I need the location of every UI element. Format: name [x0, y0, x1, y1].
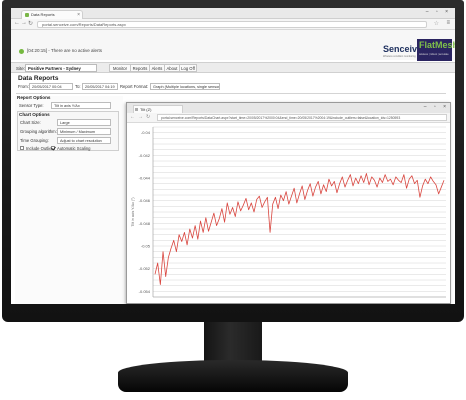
site-menu-bar: Site: Positive Partners - Sydney Monitor… — [11, 62, 455, 73]
chart-y-tick-label: -0.05 — [141, 244, 151, 249]
browser-address-bar: ← → ↻ portal.senceive.com/Reports/DataRe… — [11, 19, 455, 30]
refresh-icon[interactable]: ↻ — [28, 20, 33, 27]
grouping-select[interactable]: Minimum / Maximum — [57, 128, 111, 135]
divider — [16, 93, 446, 94]
popup-tab[interactable]: Tilt (Z) — [133, 105, 183, 113]
chart-y-tick-label: -0.04 — [141, 130, 151, 135]
senceive-tagline: Wireless condition monitoring — [383, 55, 416, 58]
chart-size-label: Chart Size: — [20, 120, 41, 125]
popup-window-controls[interactable]: – ▫ × — [424, 104, 449, 110]
bookmark-star-icon[interactable]: ☆ — [434, 20, 439, 27]
chart-y-tick-label: -0.044 — [139, 176, 151, 181]
report-options-title: Report Options — [17, 95, 51, 100]
chart-y-axis-label: Tilt in axis Y/Ax (°) — [131, 197, 135, 226]
sensor-type-label: Sensor Type: — [19, 103, 44, 108]
flatmesh-logo-text: FlatMesh — [419, 40, 455, 50]
popup-favicon-icon — [135, 108, 138, 111]
menu-alerts[interactable]: Alerts — [149, 64, 165, 72]
chart-size-select[interactable]: Large — [57, 119, 111, 126]
popup-address-bar: ← → ↻ portal.senceive.com/Reports/DataCh… — [127, 113, 450, 123]
chart-y-tick-label: -0.054 — [139, 289, 151, 294]
chart-y-tick-label: -0.048 — [139, 221, 151, 226]
report-format-select[interactable]: Graph (Multiple locations, single sensor… — [150, 83, 220, 90]
browser-tab[interactable]: Data Reports × — [21, 10, 83, 19]
automatic-scaling-label: Automatic Scaling — [57, 146, 91, 151]
chart-y-tick-label: -0.042 — [139, 153, 151, 158]
site-label: Site: — [16, 66, 26, 71]
popup-tabbar: Tilt (Z) – ▫ × — [127, 103, 450, 113]
forward-icon[interactable]: → — [21, 20, 27, 26]
popup-forward-icon[interactable]: → — [138, 114, 143, 120]
from-label: From: — [18, 84, 29, 89]
chart-options-title: Chart Options — [19, 112, 50, 117]
line-chart: -0.04 -0.042 -0.044 -0.046 -0.048 -0.05 -0.052… — [131, 126, 446, 298]
chart-popup-window: Tilt (Z) – ▫ × ← → ↻ portal.senceive.com… — [126, 102, 451, 304]
browser-menu-icon[interactable]: ≡ — [446, 20, 450, 26]
monitor-stand-base — [118, 360, 348, 392]
chart-y-tick-label: -0.046 — [139, 198, 151, 203]
report-format-label: Report Format: — [120, 84, 149, 89]
menu-reports[interactable]: Reports — [130, 64, 150, 72]
time-grouping-select[interactable]: Adjust to chart resolution — [57, 137, 111, 144]
back-icon[interactable]: ← — [14, 20, 20, 26]
flatmesh-logo: FlatMesh wireless | robust | accurate — [417, 39, 455, 61]
include-outliers-checkbox[interactable] — [20, 146, 24, 150]
alert-text: [04:20:15] - There are no active alerts — [27, 48, 102, 53]
grouping-label: Grouping algorithm: — [20, 129, 57, 134]
browser-tab-title: Data Reports — [31, 12, 55, 17]
to-date-input[interactable]: 20/05/2017 04:19 — [82, 83, 118, 90]
menu-monitor[interactable]: Monitor — [109, 64, 131, 72]
menu-about[interactable]: About — [164, 64, 180, 72]
screen: Data Reports × – ▫ × ← → ↻ portal.sencei… — [11, 8, 455, 304]
browser-tabbar: Data Reports × – ▫ × — [11, 8, 455, 19]
chart-y-tick-label: -0.052 — [139, 266, 151, 271]
to-label: To: — [75, 84, 81, 89]
page-title: Data Reports — [18, 75, 59, 82]
chart-area: -0.04 -0.042 -0.044 -0.046 -0.048 -0.05 -0.052… — [127, 123, 450, 303]
monitor: Data Reports × – ▫ × ← → ↻ portal.sencei… — [0, 0, 466, 400]
popup-tab-title: Tilt (Z) — [140, 107, 152, 112]
sensor-type-select[interactable]: Tilt in axis Y/Ax — [51, 102, 111, 109]
automatic-scaling-checkbox[interactable] — [51, 146, 55, 150]
popup-url-input[interactable]: portal.senceive.com/Reports/DataChart.as… — [157, 114, 447, 121]
menu-log-off[interactable]: Log Off — [179, 64, 197, 72]
popup-refresh-icon[interactable]: ↻ — [146, 114, 150, 120]
from-date-input[interactable]: 20/05/2017 00:04 — [29, 83, 73, 90]
time-grouping-label: Time Grouping: — [20, 138, 49, 143]
app-header: [04:20:15] - There are no active alerts … — [11, 30, 455, 61]
popup-back-icon[interactable]: ← — [130, 114, 135, 120]
window-controls[interactable]: – ▫ × — [426, 9, 451, 15]
flatmesh-tagline: wireless | robust | accurate — [419, 53, 449, 56]
alert-status-icon — [19, 49, 24, 54]
site-favicon-icon — [25, 13, 29, 17]
url-input[interactable]: portal.senceive.com/Reports/DataReports.… — [37, 21, 427, 28]
close-tab-icon[interactable]: × — [77, 11, 80, 19]
site-select[interactable]: Positive Partners - Sydney — [25, 64, 97, 72]
